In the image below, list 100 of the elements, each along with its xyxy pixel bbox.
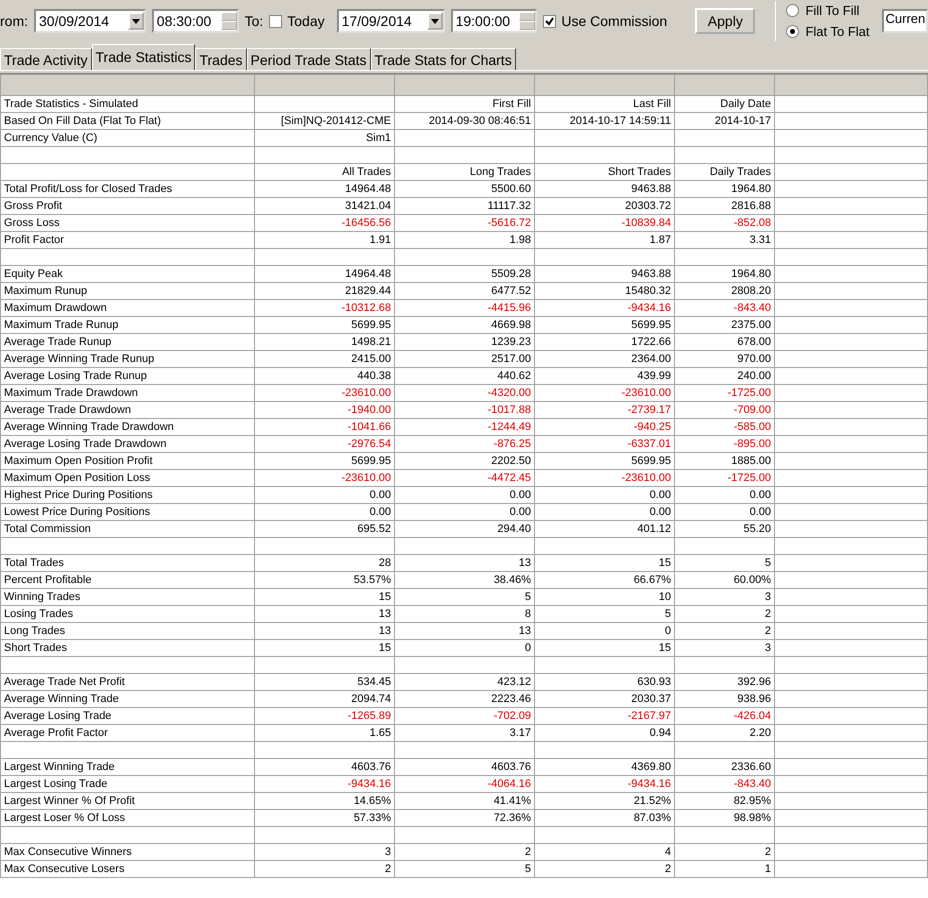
value-cell: 2014-09-30 08:46:51: [394, 112, 534, 130]
value-cell: 10: [534, 588, 674, 606]
label-cell: Largest Losing Trade: [0, 776, 254, 792]
today-checkbox[interactable]: [269, 14, 282, 28]
value-cell: 2202.50: [394, 452, 534, 470]
value-cell: 5699.95: [534, 316, 674, 334]
currency-dropdown[interactable]: Curren: [882, 9, 928, 33]
value-cell: -4415.96: [394, 300, 534, 316]
label-cell: Average Winning Trade: [0, 690, 254, 708]
value-cell: 1964.80: [674, 266, 774, 282]
value-cell: 55.20: [674, 520, 774, 538]
value-cell: 3: [674, 640, 774, 656]
label-cell: Average Winning Trade Drawdown: [0, 418, 254, 436]
label-cell: Average Losing Trade Runup: [0, 368, 254, 384]
value-cell: 0.94: [534, 724, 674, 742]
value-cell: -6337.01: [534, 436, 674, 452]
value-cell: -9434.16: [534, 776, 674, 792]
to-label: To:: [244, 13, 264, 29]
value-cell: 60.00%: [674, 572, 774, 588]
value-cell: -585.00: [674, 418, 774, 436]
today-label: Today: [287, 13, 325, 29]
label-cell: Highest Price During Positions: [0, 486, 254, 504]
value-cell: Daily Date: [674, 96, 774, 112]
value-cell: 0.00: [534, 504, 674, 520]
value-cell: 678.00: [674, 334, 774, 350]
value-cell: 2: [534, 860, 674, 878]
value-cell: 3.17: [394, 724, 534, 742]
value-cell: -843.40: [674, 776, 774, 792]
mode-label: Fill To Fill: [805, 3, 860, 18]
value-cell: 0: [394, 640, 534, 656]
value-cell: All Trades: [254, 164, 394, 180]
value-cell: -852.08: [674, 214, 774, 232]
dropdown-arrow-icon: [430, 18, 439, 24]
value-cell: 41.41%: [394, 792, 534, 810]
value-cell: -2739.17: [534, 402, 674, 418]
value-cell: Short Trades: [534, 164, 674, 180]
value-cell: 13: [254, 606, 394, 622]
value-cell: 66.67%: [534, 572, 674, 588]
value-cell: 2415.00: [254, 350, 394, 368]
value-cell: -895.00: [674, 436, 774, 452]
label-cell: Maximum Open Position Profit: [0, 452, 254, 470]
value-cell: 9463.88: [534, 266, 674, 282]
tab[interactable]: Trades: [195, 48, 247, 70]
label-cell: Currency Value (C): [0, 130, 254, 146]
value-cell: 53.57%: [254, 572, 394, 588]
commission-checkbox[interactable]: [543, 14, 556, 28]
label-cell: Equity Peak: [0, 266, 254, 282]
value-cell: 9463.88: [534, 180, 674, 198]
label-cell: Total Commission: [0, 520, 254, 538]
value-cell: 5500.60: [394, 180, 534, 198]
value-cell: 38.46%: [394, 572, 534, 588]
time-field[interactable]: 19:00:00: [450, 9, 538, 33]
value-cell: -709.00: [674, 402, 774, 418]
label-cell: Long Trades: [0, 622, 254, 640]
value-cell: 15: [534, 554, 674, 572]
value-cell: 1964.80: [674, 180, 774, 198]
value-cell: -4064.16: [394, 776, 534, 792]
value-cell: -1265.89: [254, 708, 394, 724]
label-cell: Average Losing Trade: [0, 708, 254, 724]
value-cell: 0.00: [674, 486, 774, 504]
value-cell: 2094.74: [254, 690, 394, 708]
value-cell: 695.52: [254, 520, 394, 538]
label-cell: Maximum Runup: [0, 282, 254, 300]
tab[interactable]: Trade Stats for Charts: [370, 48, 516, 70]
value-cell: 15: [254, 640, 394, 656]
value-cell: -23610.00: [254, 384, 394, 402]
value-cell: 2014-10-17 14:59:11: [534, 112, 674, 130]
value-cell: 2014-10-17: [674, 112, 774, 130]
label-cell: Maximum Open Position Loss: [0, 470, 254, 486]
label-cell: Trade Statistics - Simulated: [0, 96, 254, 112]
value-cell: 0.00: [394, 504, 534, 520]
label-cell: Largest Winner % Of Profit: [0, 792, 254, 810]
label-cell: Average Trade Drawdown: [0, 402, 254, 418]
value-cell: 14964.48: [254, 180, 394, 198]
tab[interactable]: Period Trade Stats: [246, 48, 370, 70]
radio-button[interactable]: [786, 4, 800, 17]
spin-buttons[interactable]: [220, 12, 237, 30]
label-cell: Max Consecutive Losers: [0, 860, 254, 878]
radio-button[interactable]: [786, 25, 800, 38]
date-field[interactable]: 30/09/2014: [34, 9, 146, 33]
spin-buttons[interactable]: [519, 12, 536, 30]
value-cell: -4472.45: [394, 470, 534, 486]
value-cell: 2.20: [674, 724, 774, 742]
value-cell: First Fill: [394, 96, 534, 112]
value-cell: 5699.95: [254, 316, 394, 334]
value-cell: 5: [534, 606, 674, 622]
time-field[interactable]: 08:30:00: [152, 9, 239, 33]
value-cell: 392.96: [674, 674, 774, 690]
tab[interactable]: Trade Activity: [0, 48, 92, 70]
value-cell: -9434.16: [534, 300, 674, 316]
value-cell: 31421.04: [254, 198, 394, 214]
label-cell: Largest Winning Trade: [0, 758, 254, 776]
tab[interactable]: Trade Statistics: [92, 44, 196, 70]
value-cell: 294.40: [394, 520, 534, 538]
apply-button[interactable]: Apply: [695, 8, 756, 34]
date-field[interactable]: 17/09/2014: [336, 9, 445, 33]
value-cell: 3: [254, 844, 394, 860]
label-cell: Lowest Price During Positions: [0, 504, 254, 520]
value-cell: 1885.00: [674, 452, 774, 470]
value-cell: 2: [674, 606, 774, 622]
